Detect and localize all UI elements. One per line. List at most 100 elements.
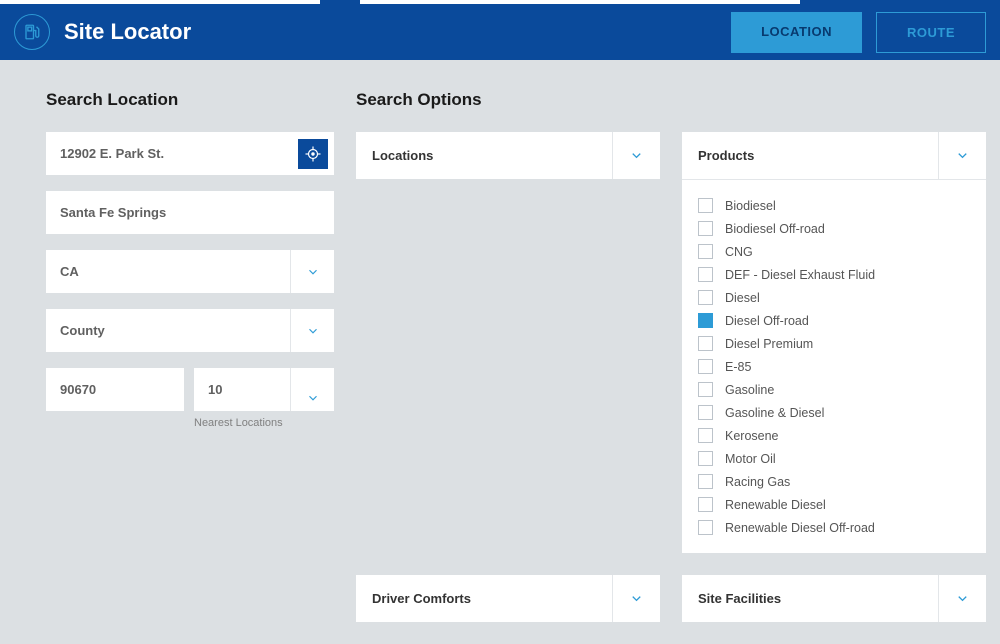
product-row[interactable]: Renewable Diesel Off-road (698, 516, 970, 539)
checkbox[interactable] (698, 497, 713, 512)
search-options-title: Search Options (356, 90, 986, 110)
checkbox[interactable] (698, 382, 713, 397)
tab-route[interactable]: ROUTE (876, 12, 986, 53)
address-input[interactable] (46, 132, 298, 175)
product-label: E-85 (725, 360, 751, 374)
site-facilities-header[interactable]: Site Facilities (682, 575, 986, 622)
locations-caret[interactable] (612, 132, 660, 179)
products-header[interactable]: Products (682, 132, 986, 179)
product-row[interactable]: Biodiesel Off-road (698, 217, 970, 240)
checkbox[interactable] (698, 451, 713, 466)
chevron-down-icon (629, 591, 644, 606)
top-decoration (0, 0, 1000, 4)
tab-location[interactable]: LOCATION (731, 12, 862, 53)
page-title: Site Locator (64, 19, 731, 45)
options-row-bottom: Driver Comforts Site Facilities (356, 575, 986, 622)
locate-button[interactable] (298, 139, 328, 169)
chevron-down-icon (629, 148, 644, 163)
county-value: County (46, 309, 290, 352)
nearest-caret[interactable] (290, 368, 334, 411)
product-row[interactable]: Renewable Diesel (698, 493, 970, 516)
crosshair-icon (304, 145, 322, 163)
city-input[interactable] (46, 191, 334, 234)
product-label: CNG (725, 245, 753, 259)
product-row[interactable]: E-85 (698, 355, 970, 378)
nearest-wrap: 10 Nearest Locations (194, 368, 334, 429)
product-label: Motor Oil (725, 452, 776, 466)
product-label: Diesel Off-road (725, 314, 809, 328)
driver-comforts-header[interactable]: Driver Comforts (356, 575, 660, 622)
checkbox[interactable] (698, 428, 713, 443)
checkbox[interactable] (698, 221, 713, 236)
product-row[interactable]: Gasoline (698, 378, 970, 401)
products-list: Biodiesel Biodiesel Off-road CNG DEF - Dies… (682, 179, 986, 553)
product-label: Renewable Diesel Off-road (725, 521, 875, 535)
product-row[interactable]: Diesel (698, 286, 970, 309)
checkbox[interactable] (698, 520, 713, 535)
driver-comforts-title: Driver Comforts (356, 575, 612, 622)
products-panel: Products Biodiesel Biodiesel Off-road CNG D… (682, 132, 986, 553)
city-field-wrap (46, 191, 334, 234)
checkbox[interactable] (698, 198, 713, 213)
driver-comforts-caret[interactable] (612, 575, 660, 622)
checkbox[interactable] (698, 244, 713, 259)
product-label: Kerosene (725, 429, 779, 443)
state-caret[interactable] (290, 250, 334, 293)
product-label: Gasoline & Diesel (725, 406, 824, 420)
chevron-down-icon (306, 265, 320, 279)
product-label: DEF - Diesel Exhaust Fluid (725, 268, 875, 282)
product-label: Renewable Diesel (725, 498, 826, 512)
chevron-down-icon (306, 391, 320, 405)
product-row[interactable]: CNG (698, 240, 970, 263)
site-facilities-caret[interactable] (938, 575, 986, 622)
product-label: Diesel (725, 291, 760, 305)
zip-row: 10 Nearest Locations (46, 368, 334, 429)
site-facilities-title: Site Facilities (682, 575, 938, 622)
product-row[interactable]: DEF - Diesel Exhaust Fluid (698, 263, 970, 286)
products-caret[interactable] (938, 132, 986, 179)
options-row-top: Locations Products Biodiesel Biodiesel Of… (356, 132, 986, 553)
locations-title: Locations (356, 132, 612, 179)
search-options-column: Search Options Locations Products Bio (356, 90, 986, 622)
product-row[interactable]: Diesel Premium (698, 332, 970, 355)
checkbox[interactable] (698, 359, 713, 374)
header-bar: Site Locator LOCATION ROUTE (0, 4, 1000, 60)
product-row[interactable]: Motor Oil (698, 447, 970, 470)
zip-field-wrap (46, 368, 184, 411)
chevron-down-icon (955, 148, 970, 163)
driver-comforts-panel: Driver Comforts (356, 575, 660, 622)
product-label: Biodiesel Off-road (725, 222, 825, 236)
checkbox[interactable] (698, 267, 713, 282)
locations-panel: Locations (356, 132, 660, 553)
state-select[interactable]: CA (46, 250, 334, 293)
chevron-down-icon (955, 591, 970, 606)
nearest-value: 10 (194, 368, 290, 411)
nearest-label: Nearest Locations (194, 417, 334, 429)
product-row[interactable]: Biodiesel (698, 194, 970, 217)
county-select[interactable]: County (46, 309, 334, 352)
locations-header[interactable]: Locations (356, 132, 660, 179)
product-label: Diesel Premium (725, 337, 813, 351)
chevron-down-icon (306, 324, 320, 338)
nearest-select[interactable]: 10 (194, 368, 334, 411)
county-caret[interactable] (290, 309, 334, 352)
product-row[interactable]: Racing Gas (698, 470, 970, 493)
checkbox[interactable] (698, 405, 713, 420)
products-title: Products (682, 132, 938, 179)
checkbox[interactable] (698, 290, 713, 305)
main-content: Search Location CA (0, 60, 1000, 636)
product-label: Racing Gas (725, 475, 790, 489)
product-row[interactable]: Diesel Off-road (698, 309, 970, 332)
product-row[interactable]: Gasoline & Diesel (698, 401, 970, 424)
checkbox[interactable] (698, 313, 713, 328)
state-value: CA (46, 250, 290, 293)
header-tabs: LOCATION ROUTE (731, 12, 986, 53)
checkbox[interactable] (698, 336, 713, 351)
fuel-pump-icon (14, 14, 50, 50)
checkbox[interactable] (698, 474, 713, 489)
address-field-wrap (46, 132, 334, 175)
product-label: Gasoline (725, 383, 774, 397)
product-label: Biodiesel (725, 199, 776, 213)
product-row[interactable]: Kerosene (698, 424, 970, 447)
search-location-column: Search Location CA (46, 90, 334, 622)
